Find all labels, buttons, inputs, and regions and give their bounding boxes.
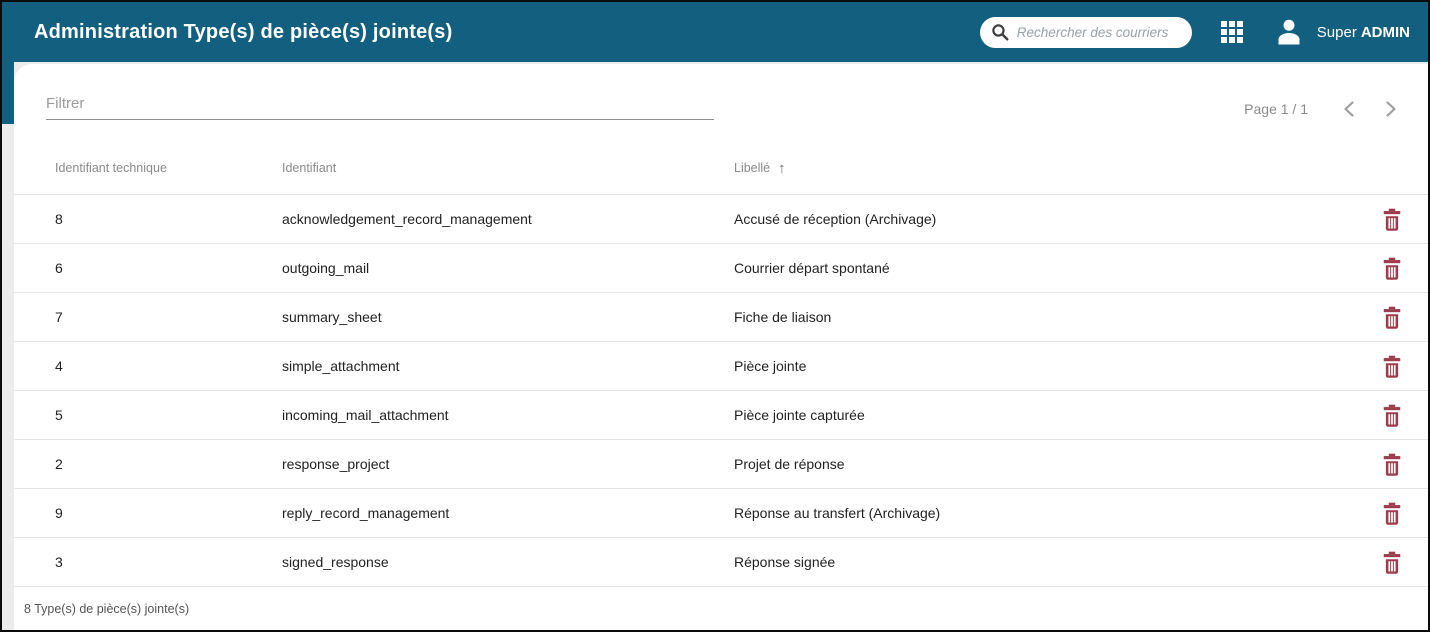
apps-menu-button[interactable] [1220, 20, 1244, 44]
cell-identifier: incoming_mail_attachment [282, 407, 449, 423]
user-menu[interactable]: Super ADMIN [1274, 17, 1410, 47]
column-header-identifier[interactable]: Identifiant [282, 161, 734, 175]
delete-button[interactable] [1380, 353, 1404, 379]
cell-technical-id: 7 [55, 309, 63, 325]
column-header-technical-id[interactable]: Identifiant technique [55, 161, 282, 175]
teal-corner-accent [2, 62, 14, 124]
column-header-label: Identifiant technique [55, 161, 167, 175]
cell-technical-id: 9 [55, 505, 63, 521]
next-page-button[interactable] [1378, 97, 1402, 121]
cell-label: Accusé de réception (Archivage) [734, 211, 937, 227]
delete-button[interactable] [1380, 206, 1404, 232]
row-count-summary: 8 Type(s) de pièce(s) jointe(s) [24, 601, 190, 616]
cell-technical-id: 5 [55, 407, 63, 423]
table-row[interactable]: 5 incoming_mail_attachment Pièce jointe … [14, 391, 1428, 440]
user-icon [1274, 17, 1304, 47]
page-indicator: Page 1 / 1 [1244, 101, 1308, 117]
cell-identifier: summary_sheet [282, 309, 382, 325]
cell-label: Réponse au transfert (Archivage) [734, 505, 941, 521]
app-header: Administration Type(s) de pièce(s) joint… [2, 2, 1428, 62]
cell-label: Réponse signée [734, 554, 836, 570]
cell-identifier: simple_attachment [282, 358, 400, 374]
user-last-name: ADMIN [1360, 23, 1410, 41]
cell-identifier: response_project [282, 456, 390, 472]
table-row[interactable]: 2 response_project Projet de réponse [14, 440, 1428, 489]
cell-label: Fiche de liaison [734, 309, 832, 325]
cell-technical-id: 6 [55, 260, 63, 276]
chevron-left-icon [1338, 97, 1362, 121]
column-header-label: Libellé [734, 161, 771, 175]
cell-label: Projet de réponse [734, 456, 845, 472]
cell-label: Pièce jointe capturée [734, 407, 865, 423]
chevron-right-icon [1378, 97, 1402, 121]
table-row[interactable]: 4 simple_attachment Pièce jointe [14, 342, 1428, 391]
cell-identifier: signed_response [282, 554, 389, 570]
cell-technical-id: 4 [55, 358, 63, 374]
delete-icon [1381, 501, 1403, 526]
table-row[interactable]: 9 reply_record_management Réponse au tra… [14, 489, 1428, 538]
apps-grid-icon [1220, 20, 1244, 44]
table-row[interactable]: 3 signed_response Réponse signée [14, 538, 1428, 587]
delete-icon [1381, 305, 1403, 330]
previous-page-button[interactable] [1338, 97, 1362, 121]
delete-icon [1381, 207, 1403, 232]
app-window: Administration Type(s) de pièce(s) joint… [0, 0, 1430, 632]
user-name: Super ADMIN [1317, 24, 1410, 41]
delete-button[interactable] [1380, 549, 1404, 575]
delete-icon [1381, 354, 1403, 379]
table-row[interactable]: 6 outgoing_mail Courrier départ spontané [14, 244, 1428, 293]
global-search[interactable] [979, 16, 1192, 48]
cell-label: Courrier départ spontané [734, 260, 890, 276]
cell-label: Pièce jointe [734, 358, 807, 374]
cell-technical-id: 8 [55, 211, 63, 227]
search-input[interactable] [1016, 24, 1177, 40]
delete-icon [1381, 403, 1403, 428]
delete-button[interactable] [1380, 304, 1404, 330]
column-header-label-sorted[interactable]: Libellé ↑ [734, 160, 1360, 177]
cell-identifier: acknowledgement_record_management [282, 211, 532, 227]
paginator: Page 1 / 1 [1244, 94, 1402, 124]
sort-asc-icon: ↑ [778, 159, 786, 177]
delete-button[interactable] [1380, 255, 1404, 281]
table-header-row: Identifiant technique Identifiant Libell… [14, 142, 1428, 195]
cell-technical-id: 3 [55, 554, 63, 570]
delete-icon [1381, 550, 1403, 575]
table-footer: 8 Type(s) de pièce(s) jointe(s) [14, 587, 1428, 630]
delete-button[interactable] [1380, 451, 1404, 477]
delete-icon [1381, 452, 1403, 477]
delete-button[interactable] [1380, 500, 1404, 526]
cell-technical-id: 2 [55, 456, 63, 472]
filter-input[interactable] [46, 95, 714, 119]
filter-field [46, 86, 714, 120]
attachment-types-card: Page 1 / 1 Identifiant t [14, 64, 1428, 630]
delete-button[interactable] [1380, 402, 1404, 428]
page-title: Administration Type(s) de pièce(s) joint… [34, 20, 453, 43]
table-row[interactable]: 7 summary_sheet Fiche de liaison [14, 293, 1428, 342]
content-area: Page 1 / 1 Identifiant t [2, 62, 1428, 630]
filter-strip: Page 1 / 1 [14, 64, 1428, 142]
user-first-name: Super [1316, 23, 1357, 41]
cell-identifier: outgoing_mail [282, 260, 370, 276]
search-icon [990, 22, 1010, 42]
delete-icon [1381, 256, 1403, 281]
cell-identifier: reply_record_management [282, 505, 450, 521]
column-header-label: Identifiant [282, 161, 337, 175]
table-row[interactable]: 8 acknowledgement_record_management Accu… [14, 195, 1428, 244]
